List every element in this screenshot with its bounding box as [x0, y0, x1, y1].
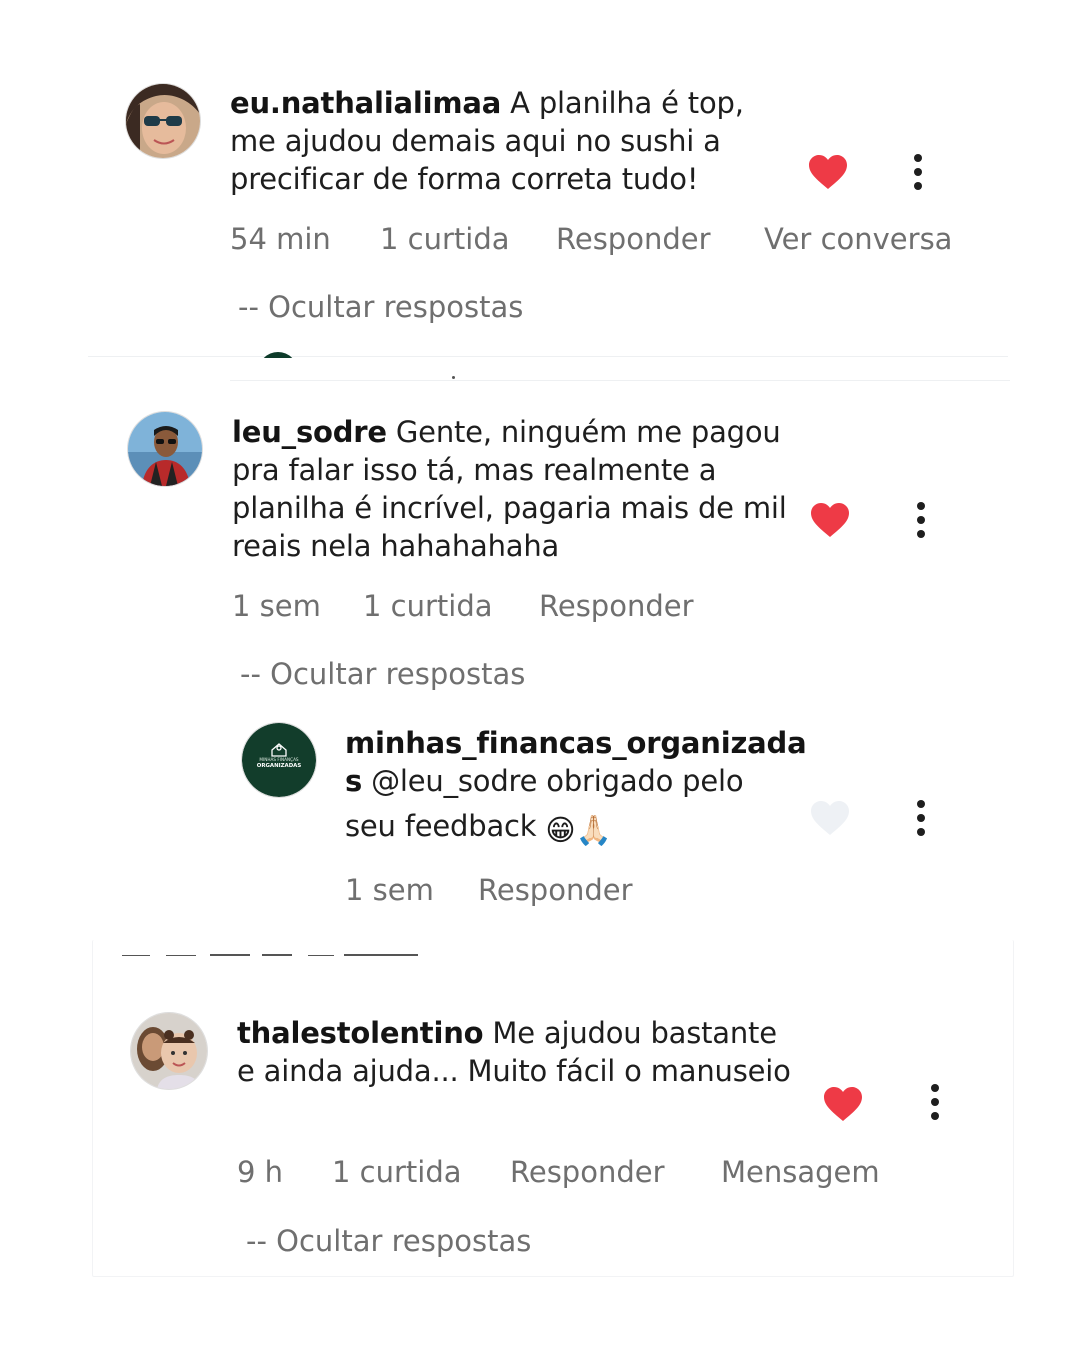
more-options-icon[interactable]: [910, 154, 926, 190]
likes-count[interactable]: 1 curtida: [332, 1155, 462, 1189]
comment-time: 54 min: [230, 222, 331, 256]
hide-replies-button[interactable]: -- Ocultar respostas: [240, 657, 525, 691]
reply-body-continued: seu feedback: [345, 809, 537, 843]
comment-meta: 9 h 1 curtida Responder Mensagem: [237, 1155, 937, 1195]
reply-meta: 1 sem Responder: [345, 873, 745, 913]
reply-mention[interactable]: @leu_sodre: [371, 764, 537, 798]
view-conversation-button[interactable]: Ver conversa: [764, 222, 952, 256]
reply-time: 1 sem: [345, 873, 434, 907]
comment-meta: 54 min 1 curtida Responder Ver conversa: [230, 222, 990, 262]
reply-username-wrap[interactable]: s: [345, 764, 362, 798]
more-options-icon[interactable]: [913, 502, 929, 538]
brand-logo-text-bottom: ORGANIZADAS: [257, 763, 302, 769]
brand-avatar[interactable]: MINHAS FINANÇAS ORGANIZADAS: [242, 723, 316, 797]
comment-time: 9 h: [237, 1155, 284, 1189]
likes-count[interactable]: 1 curtida: [380, 222, 510, 256]
comment-username[interactable]: thalestolentino: [237, 1016, 484, 1050]
comment-meta: 1 sem 1 curtida Responder: [232, 589, 832, 629]
reply-button[interactable]: Responder: [478, 873, 633, 907]
reply-button[interactable]: Responder: [556, 222, 711, 256]
hide-replies-button[interactable]: -- Ocultar respostas: [238, 290, 523, 324]
comment-time: 1 sem: [232, 589, 321, 623]
reply-username[interactable]: minhas_financas_organizada: [345, 726, 807, 760]
reply-button[interactable]: Responder: [510, 1155, 665, 1189]
more-options-icon[interactable]: [913, 800, 929, 836]
screenshot-seam: [88, 356, 1008, 357]
comment-username[interactable]: eu.nathalialimaa: [230, 86, 501, 120]
message-button[interactable]: Mensagem: [721, 1155, 880, 1189]
comment-username[interactable]: leu_sodre: [232, 415, 387, 449]
reply-text: minhas_financas_organizada s @leu_sodre …: [345, 724, 807, 849]
reply-button[interactable]: Responder: [539, 589, 694, 623]
comment-text: thalestolentino Me ajudou bastante e ain…: [237, 1014, 797, 1090]
cropped-avatar-remnant: [258, 352, 298, 358]
cropped-date-remnant: [122, 944, 418, 956]
comment-text: eu.nathalialimaa A planilha é top, me aj…: [230, 84, 790, 198]
avatar[interactable]: [128, 412, 202, 486]
reply-body: obrigado pelo: [546, 764, 744, 798]
brand-logo-text-top: MINHAS FINANÇAS: [259, 757, 299, 762]
avatar[interactable]: [126, 84, 200, 158]
heart-icon[interactable]: [823, 1086, 863, 1122]
comment-panel: [92, 940, 1014, 1277]
comment-text: leu_sodre Gente, ninguém me pagou pra fa…: [232, 413, 792, 565]
heart-icon[interactable]: [810, 800, 850, 836]
emoji-grin-pray: 😁🙏🏻: [545, 813, 612, 847]
heart-icon[interactable]: [810, 502, 850, 538]
hide-replies-button[interactable]: -- Ocultar respostas: [246, 1224, 531, 1258]
heart-icon[interactable]: [808, 154, 848, 190]
likes-count[interactable]: 1 curtida: [363, 589, 493, 623]
screenshot-seam: [230, 380, 1010, 381]
more-options-icon[interactable]: [927, 1084, 943, 1120]
avatar[interactable]: [131, 1013, 207, 1089]
cropped-dot: [452, 376, 455, 379]
